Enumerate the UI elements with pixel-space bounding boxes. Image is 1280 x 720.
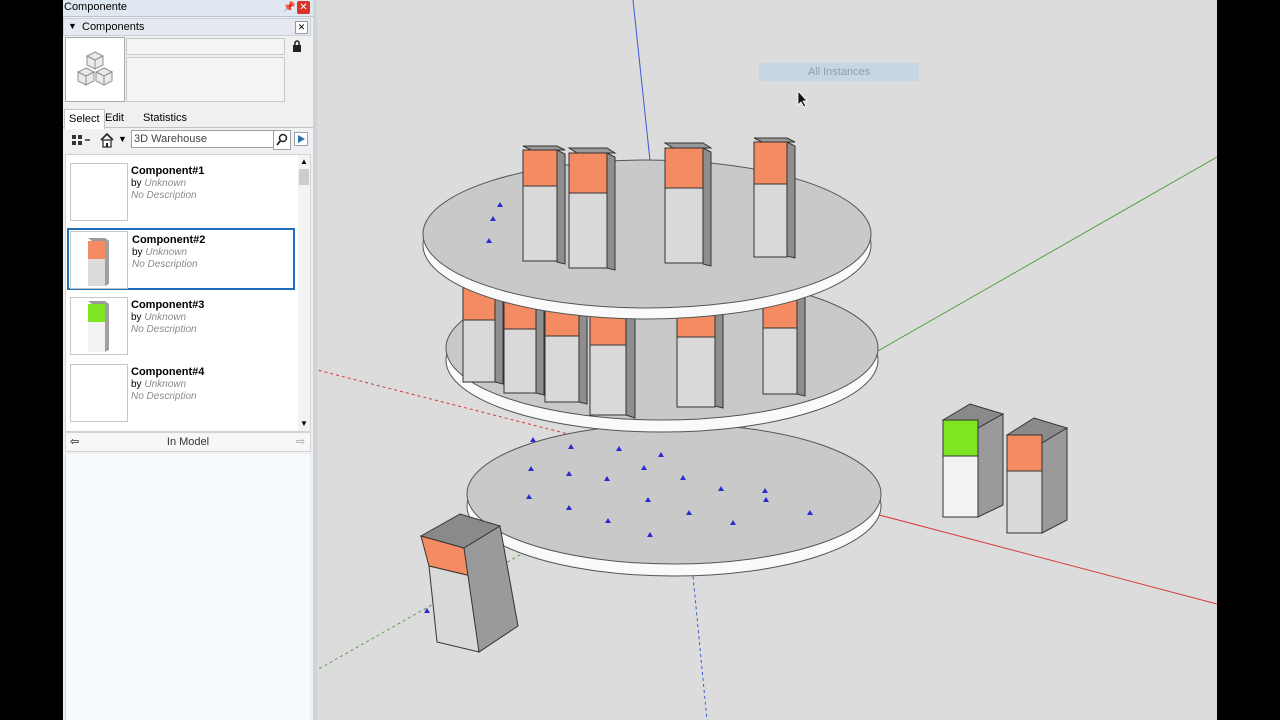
component-description: No Description bbox=[131, 391, 197, 402]
component-author: by Unknown bbox=[131, 379, 187, 390]
component-author: by Unknown bbox=[131, 178, 187, 189]
collapse-arrow-icon[interactable]: ▼ bbox=[68, 21, 77, 31]
bottom-shelf-disc[interactable] bbox=[466, 423, 882, 577]
green-box-thumbnail bbox=[88, 301, 109, 352]
component-description: No Description bbox=[131, 190, 197, 201]
component-description-field[interactable] bbox=[126, 57, 285, 102]
component-thumbnail bbox=[70, 297, 128, 355]
component-description: No Description bbox=[132, 259, 198, 270]
orange-box-thumbnail bbox=[88, 238, 109, 286]
tab-bar: Select Edit Statistics bbox=[63, 107, 313, 129]
tab-edit[interactable]: Edit bbox=[101, 109, 128, 127]
component-description: No Description bbox=[131, 324, 197, 335]
details-arrow-icon[interactable] bbox=[294, 132, 308, 146]
list-item-component-1[interactable]: Component#1 by Unknown No Description bbox=[68, 161, 294, 223]
section-close-icon[interactable]: ✕ bbox=[295, 21, 308, 34]
lock-icon[interactable] bbox=[292, 40, 302, 52]
cubes-icon bbox=[76, 51, 114, 86]
components-panel: Componente 📌 ✕ ▼ Components ✕ Select Edi… bbox=[63, 0, 313, 720]
all-instances-tooltip: All Instances bbox=[759, 63, 919, 81]
component-name: Component#3 bbox=[131, 299, 205, 311]
scroll-thumb[interactable] bbox=[299, 169, 309, 185]
component-preview bbox=[65, 37, 125, 102]
list-footer: ⇦ In Model ⇨ bbox=[65, 432, 311, 452]
section-title: Components bbox=[82, 21, 145, 33]
search-input[interactable] bbox=[131, 130, 275, 148]
list-item-component-3[interactable]: Component#3 by Unknown No Description bbox=[68, 295, 294, 357]
chevron-down-icon[interactable]: ▼ bbox=[118, 134, 127, 144]
3d-viewport[interactable]: All Instances bbox=[317, 0, 1217, 720]
component-author: by Unknown bbox=[131, 312, 187, 323]
component-name-field[interactable] bbox=[126, 38, 285, 55]
component-name: Component#4 bbox=[131, 366, 205, 378]
components-toolbar: ▼ bbox=[63, 129, 313, 151]
component-thumbnail bbox=[70, 364, 128, 422]
forward-icon[interactable]: ⇨ bbox=[296, 435, 305, 448]
view-options-icon[interactable] bbox=[71, 133, 91, 147]
list-scrollbar[interactable]: ▲ ▼ bbox=[298, 155, 310, 431]
list-item-component-4[interactable]: Component#4 by Unknown No Description bbox=[68, 362, 294, 424]
component-thumbnail bbox=[70, 163, 128, 221]
component-thumbnail bbox=[70, 231, 128, 289]
pin-icon[interactable]: 📌 bbox=[283, 1, 295, 14]
component-author: by Unknown bbox=[132, 247, 188, 258]
components-list: Component#1 by Unknown No Description Co… bbox=[65, 154, 311, 432]
top-shelf-disc[interactable] bbox=[422, 159, 872, 320]
window-title: Componente bbox=[64, 1, 127, 13]
scene-canvas[interactable] bbox=[317, 0, 1217, 720]
search-icon[interactable] bbox=[273, 130, 291, 150]
panel-titlebar[interactable]: Componente 📌 ✕ bbox=[63, 0, 313, 17]
scroll-up-icon[interactable]: ▲ bbox=[298, 157, 310, 167]
component-name: Component#2 bbox=[132, 234, 206, 246]
components-section-header[interactable]: ▼ Components ✕ bbox=[63, 18, 311, 36]
cursor-icon bbox=[797, 90, 808, 108]
list-item-component-2[interactable]: Component#2 by Unknown No Description bbox=[67, 228, 295, 290]
standalone-green-box[interactable] bbox=[941, 403, 1005, 518]
in-model-label: In Model bbox=[166, 436, 210, 448]
scroll-down-icon[interactable]: ▼ bbox=[298, 419, 310, 429]
component-name: Component#1 bbox=[131, 165, 205, 177]
panel-empty-area bbox=[65, 454, 310, 720]
right-black-bar bbox=[1217, 0, 1280, 720]
home-icon[interactable] bbox=[99, 132, 115, 148]
left-black-bar bbox=[0, 0, 63, 720]
close-icon[interactable]: ✕ bbox=[297, 1, 310, 14]
tab-statistics[interactable]: Statistics bbox=[139, 109, 191, 127]
standalone-orange-box-right[interactable] bbox=[1005, 417, 1069, 534]
tab-select[interactable]: Select bbox=[64, 109, 105, 129]
